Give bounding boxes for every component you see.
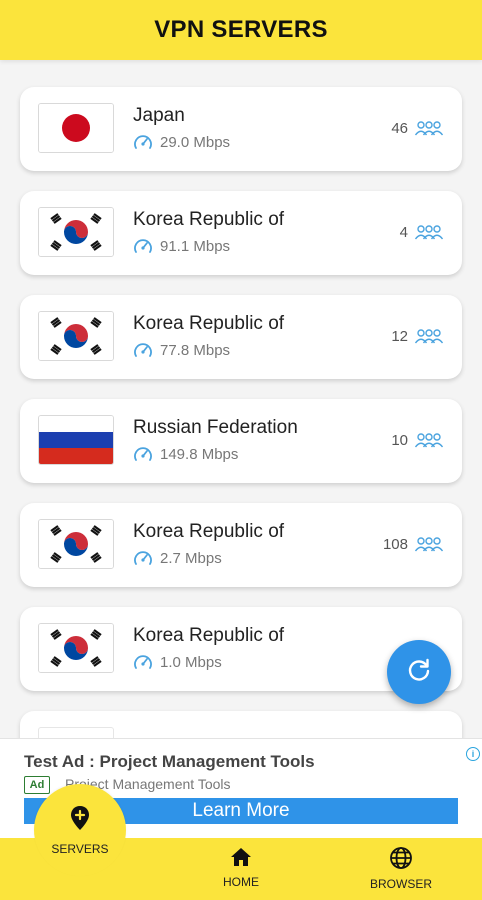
nav-browser[interactable]: BROWSER — [351, 846, 451, 891]
user-count: 10 — [391, 431, 408, 449]
speed-value: 91.1 Mbps — [160, 237, 231, 255]
nav-home[interactable]: HOME — [191, 846, 291, 889]
users-icon — [414, 535, 444, 553]
speed-row: 91.1 Mbps — [133, 237, 230, 255]
users-indicator: 108 — [383, 535, 444, 553]
server-list[interactable]: Japan 29.0 Mbps 46 Korea Republic of 91.… — [0, 60, 482, 738]
refresh-icon — [406, 657, 432, 688]
country-name: Korea Republic of — [133, 209, 285, 230]
nav-home-label: HOME — [223, 875, 259, 889]
nav-servers-label: SERVERS — [51, 841, 109, 856]
app-header: VPN SERVERS — [0, 0, 482, 60]
speedometer-icon — [133, 341, 153, 359]
japan-flag — [38, 103, 114, 153]
server-card-korea[interactable]: Korea Republic of 77.8 Mbps 12 — [20, 295, 462, 379]
location-add-icon — [69, 805, 91, 836]
server-card-korea[interactable]: Korea Republic of 2.7 Mbps 108 — [20, 503, 462, 587]
ad-info-icon[interactable]: i — [466, 747, 480, 761]
speed-row: 2.7 Mbps — [133, 549, 222, 567]
korea-flag — [38, 623, 114, 673]
speed-value: 77.8 Mbps — [160, 341, 231, 359]
globe-icon — [389, 846, 413, 875]
users-indicator: 12 — [391, 327, 444, 345]
country-name: Russian Federation — [133, 417, 298, 438]
server-card-partial[interactable] — [20, 711, 462, 738]
refresh-button[interactable] — [387, 640, 451, 704]
speed-value: 29.0 Mbps — [160, 133, 231, 151]
korea-flag — [38, 311, 114, 361]
user-count: 108 — [382, 535, 408, 553]
users-indicator: 4 — [400, 223, 444, 241]
speed-value: 149.8 Mbps — [160, 445, 239, 463]
users-indicator: 46 — [391, 119, 444, 137]
country-name: Korea Republic of — [133, 625, 285, 646]
users-indicator: 10 — [391, 431, 444, 449]
speed-row: 29.0 Mbps — [133, 133, 230, 151]
speedometer-icon — [133, 133, 153, 151]
russia-flag — [38, 415, 114, 465]
speed-row: 149.8 Mbps — [133, 445, 238, 463]
users-icon — [414, 431, 444, 449]
ad-title[interactable]: Test Ad : Project Management Tools — [24, 752, 315, 772]
country-name: Japan — [133, 105, 185, 126]
user-count: 46 — [391, 119, 408, 137]
user-count: 12 — [391, 327, 408, 345]
speed-value: 1.0 Mbps — [160, 653, 222, 671]
speedometer-icon — [133, 237, 153, 255]
speed-row: 77.8 Mbps — [133, 341, 230, 359]
page-title: VPN SERVERS — [154, 16, 328, 43]
speedometer-icon — [133, 653, 153, 671]
korea-flag — [38, 207, 114, 257]
speedometer-icon — [133, 445, 153, 463]
user-count: 4 — [399, 223, 408, 241]
server-card-korea[interactable]: Korea Republic of 91.1 Mbps 4 — [20, 191, 462, 275]
home-icon — [229, 846, 253, 873]
flag — [38, 727, 114, 738]
speed-row: 1.0 Mbps — [133, 653, 222, 671]
users-icon — [414, 223, 444, 241]
nav-servers[interactable]: SERVERS — [34, 784, 126, 876]
speed-value: 2.7 Mbps — [160, 549, 222, 567]
korea-flag — [38, 519, 114, 569]
speedometer-icon — [133, 549, 153, 567]
server-card-japan[interactable]: Japan 29.0 Mbps 46 — [20, 87, 462, 171]
server-card-russia[interactable]: Russian Federation 149.8 Mbps 10 — [20, 399, 462, 483]
users-icon — [414, 119, 444, 137]
country-name: Korea Republic of — [133, 313, 285, 334]
nav-browser-label: BROWSER — [369, 877, 432, 891]
ad-badge: Ad — [24, 776, 50, 794]
country-name: Korea Republic of — [133, 521, 285, 542]
users-icon — [414, 327, 444, 345]
